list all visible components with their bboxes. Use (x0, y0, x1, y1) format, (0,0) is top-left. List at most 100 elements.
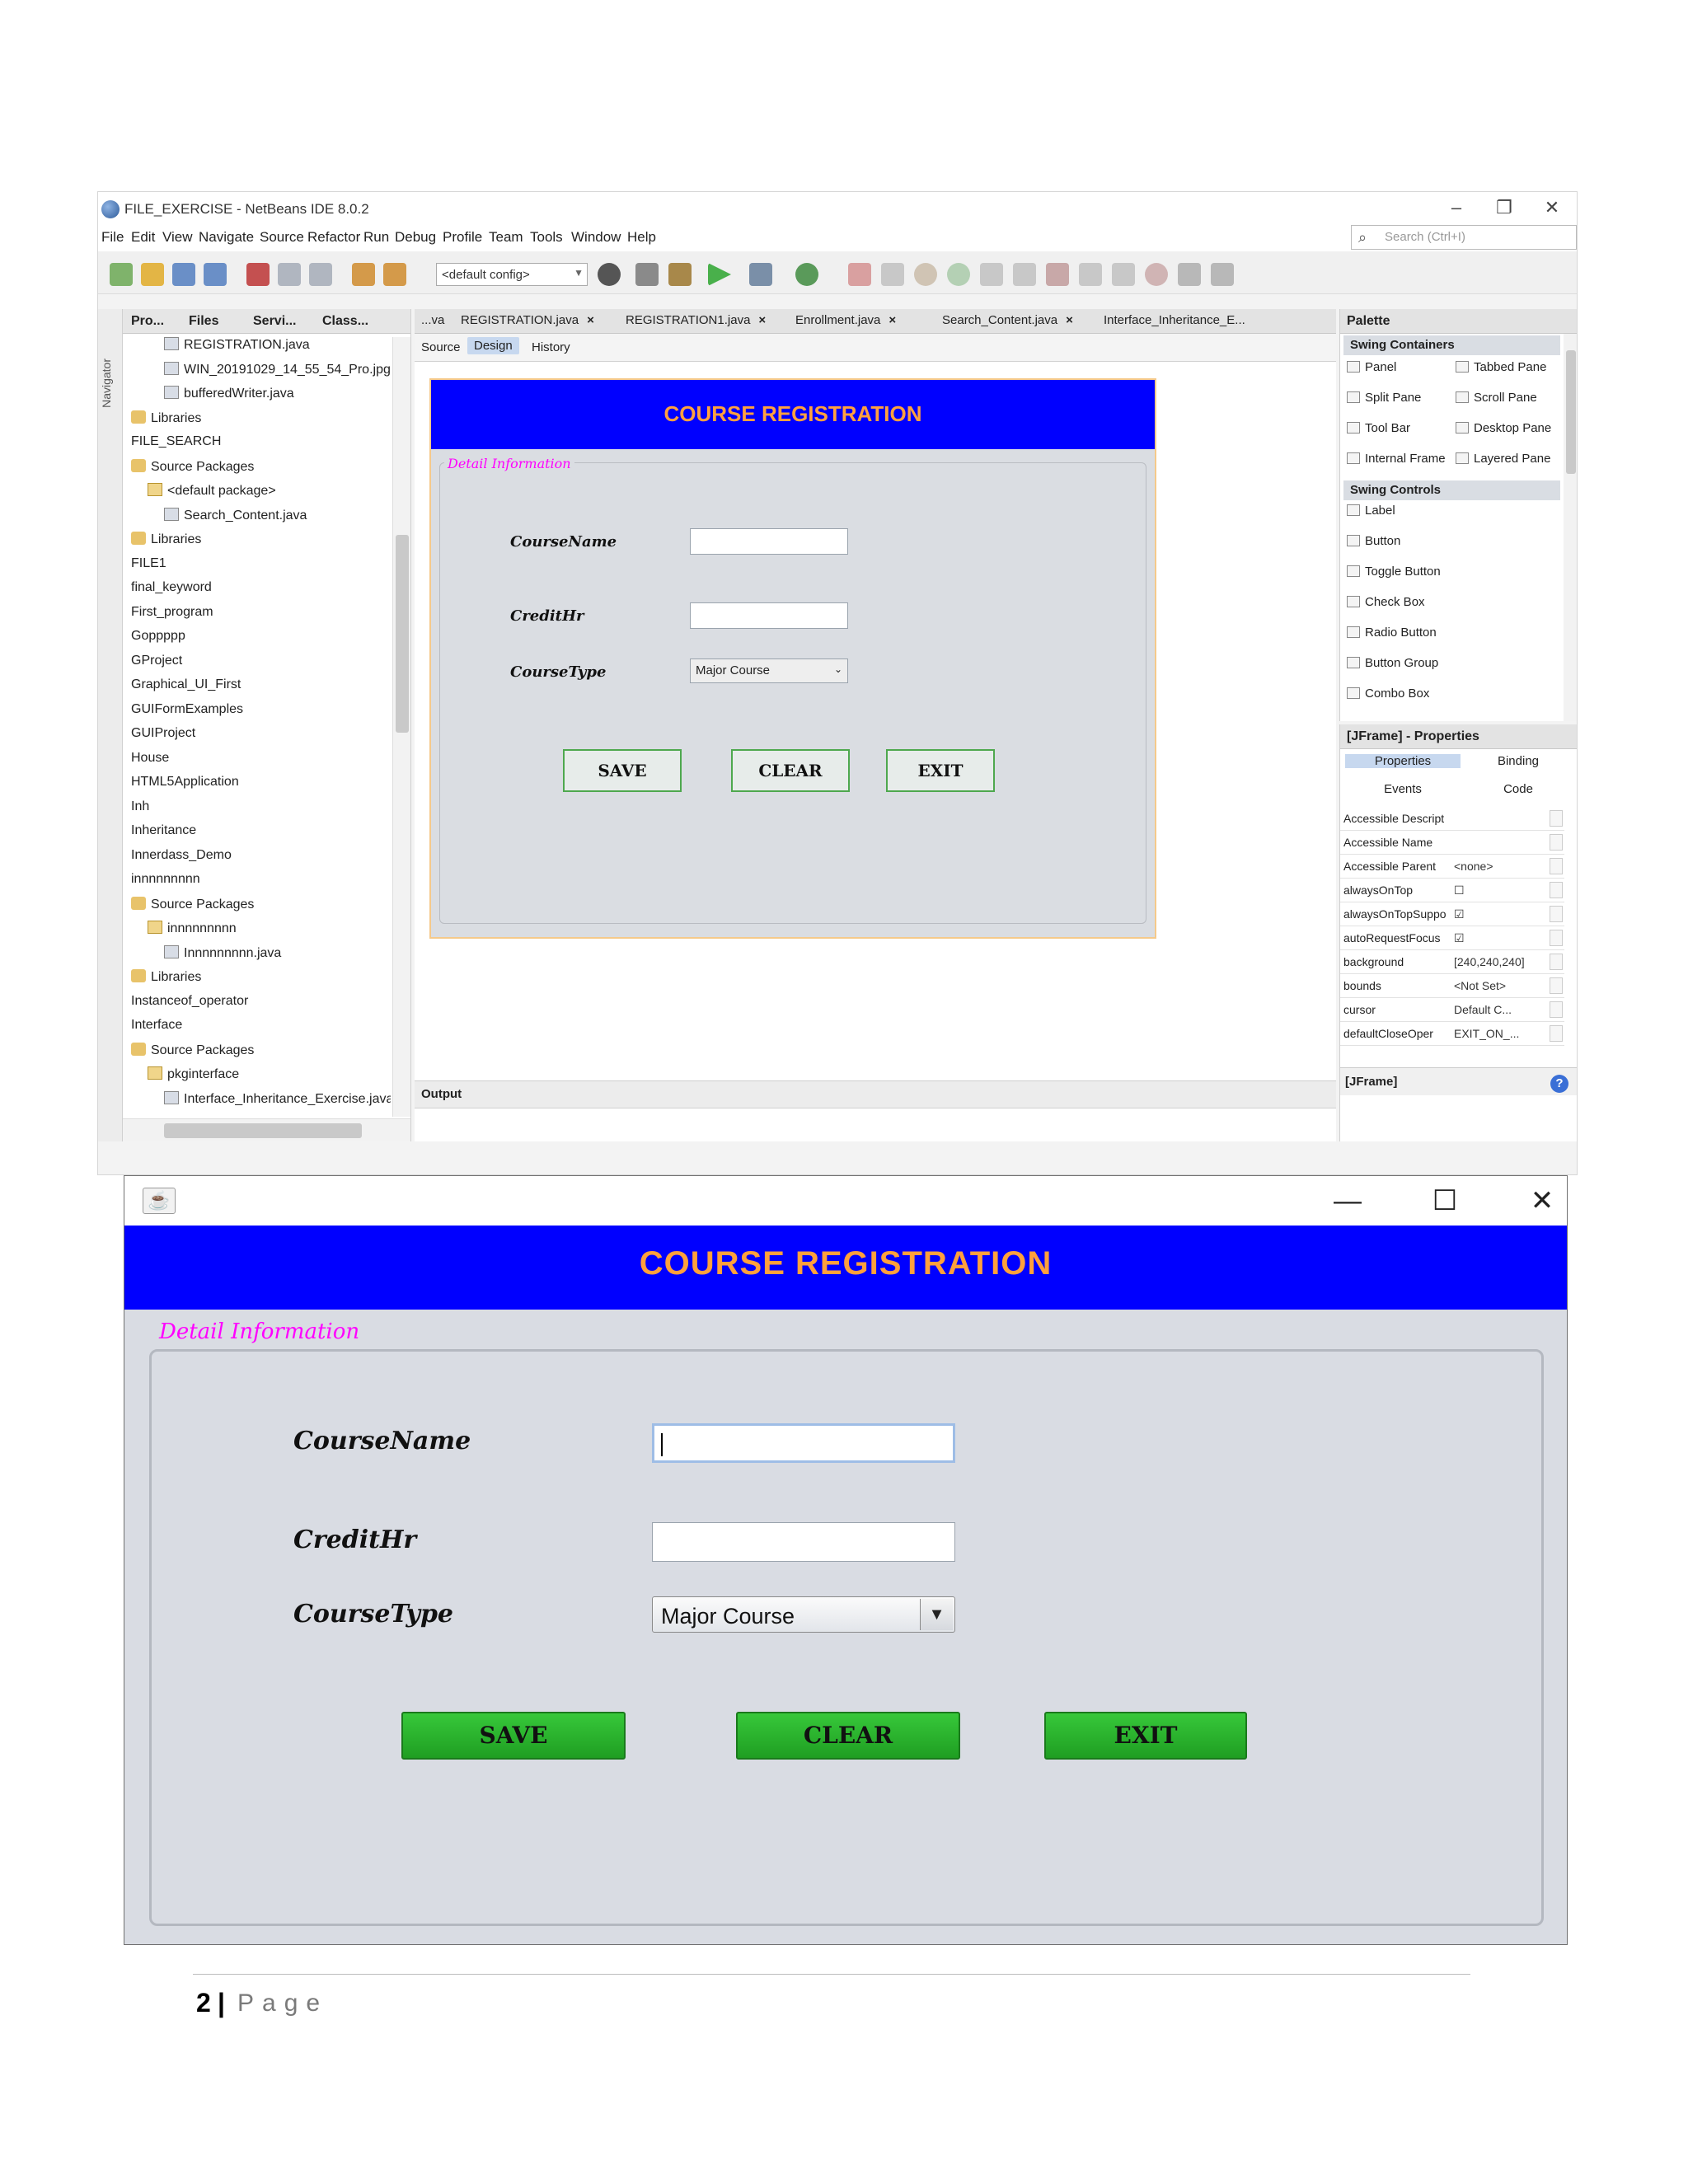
clean-build-icon[interactable] (668, 263, 692, 286)
tree-item[interactable]: Search_Content.java (164, 507, 307, 523)
palette-item[interactable]: Button (1347, 534, 1400, 548)
tree-item[interactable]: GUIFormExamples (131, 702, 243, 717)
property-row[interactable]: autoRequestFocus ☑ (1340, 926, 1564, 950)
ide-search-input[interactable]: ⌕ Search (Ctrl+I) (1351, 225, 1577, 250)
new-project-icon[interactable] (110, 263, 133, 286)
clear-button[interactable]: CLEAR (736, 1712, 960, 1760)
ellipsis-button[interactable] (1550, 930, 1563, 946)
tree-item[interactable]: bufferedWriter.java (164, 386, 294, 401)
globe-icon[interactable] (598, 263, 621, 286)
tree-item[interactable]: House (131, 751, 169, 766)
palette-item[interactable]: Split Pane (1347, 391, 1421, 405)
property-value[interactable]: <Not Set> (1454, 979, 1545, 992)
property-row[interactable]: background [240,240,240] (1340, 950, 1564, 974)
property-value[interactable]: EXIT_ON_... (1454, 1027, 1545, 1040)
palette-item[interactable]: Label (1347, 504, 1395, 518)
tab-files[interactable]: Files (189, 314, 218, 329)
step-out-icon[interactable] (1046, 263, 1069, 286)
file-tab-registration1[interactable]: REGISTRATION1.java × (626, 313, 766, 327)
cut-icon[interactable] (246, 263, 270, 286)
tree-item[interactable]: <default package> (148, 483, 276, 499)
menu-debug[interactable]: Debug (395, 229, 436, 246)
preview-course-type-select[interactable]: Major Course ⌄ (690, 658, 848, 683)
build-icon[interactable] (635, 263, 659, 286)
palette-item[interactable]: Internal Frame (1347, 452, 1446, 466)
step-icon[interactable] (914, 263, 937, 286)
profile-icon[interactable] (795, 263, 818, 286)
chevron-down-icon[interactable]: ▼ (920, 1599, 953, 1630)
menu-profile[interactable]: Profile (443, 229, 482, 246)
ellipsis-button[interactable] (1550, 954, 1563, 970)
preview-credit-hr-field[interactable] (690, 602, 848, 629)
preview-save-button[interactable]: SAVE (563, 749, 682, 792)
ellipsis-button[interactable] (1550, 977, 1563, 994)
step-into-icon[interactable] (1013, 263, 1036, 286)
project-hscrollbar[interactable] (123, 1118, 410, 1141)
ellipsis-button[interactable] (1550, 1001, 1563, 1018)
menu-run[interactable]: Run (363, 229, 389, 246)
menu-help[interactable]: Help (627, 229, 656, 246)
palette-item[interactable]: Scroll Pane (1456, 391, 1537, 405)
menu-source[interactable]: Source (260, 229, 304, 246)
tree-item[interactable]: Inh (131, 799, 149, 814)
minimize-icon[interactable]: — (1323, 1183, 1372, 1219)
paste-icon[interactable] (309, 263, 332, 286)
open-project-icon[interactable] (172, 263, 195, 286)
course-type-select[interactable]: Major Course ▼ (652, 1596, 955, 1633)
tree-item[interactable]: First_program (131, 605, 213, 620)
palette-item[interactable]: Layered Pane (1456, 452, 1550, 466)
property-value[interactable]: ☑ (1454, 907, 1545, 921)
tab-properties[interactable]: Properties (1345, 754, 1461, 768)
close-icon[interactable]: ✕ (1517, 1183, 1567, 1219)
copy-icon[interactable] (278, 263, 301, 286)
tree-item[interactable]: Graphical_UI_First (131, 677, 241, 692)
tab-history[interactable]: History (532, 340, 570, 354)
tree-item[interactable]: FILE_SEARCH (131, 434, 221, 449)
new-file-icon[interactable] (141, 263, 164, 286)
tree-item[interactable]: innnnnnnnn (131, 872, 200, 887)
save-button[interactable]: SAVE (401, 1712, 626, 1760)
redo-icon[interactable] (383, 263, 406, 286)
restore-icon[interactable]: ❐ (1488, 197, 1521, 218)
tree-item[interactable]: GProject (131, 654, 182, 668)
tree-item[interactable]: Goppppp (131, 629, 185, 644)
palette-item[interactable]: Tabbed Pane (1456, 360, 1546, 374)
minimize-icon[interactable]: – (1440, 197, 1473, 218)
undo-icon[interactable] (352, 263, 375, 286)
tab-classes[interactable]: Class... (322, 314, 368, 329)
property-value[interactable]: <none> (1454, 860, 1545, 873)
property-row[interactable]: alwaysOnTopSuppo ☑ (1340, 902, 1564, 926)
property-value[interactable]: ☑ (1454, 931, 1545, 945)
tab-code[interactable]: Code (1461, 782, 1576, 796)
project-vscrollbar[interactable] (392, 337, 410, 1117)
property-row[interactable]: Accessible Parent <none> (1340, 855, 1564, 879)
stop-icon[interactable] (848, 263, 871, 286)
tree-item[interactable]: final_keyword (131, 580, 212, 595)
close-icon[interactable]: × (758, 313, 766, 327)
course-name-field[interactable] (652, 1423, 955, 1463)
memory-icon[interactable] (1178, 263, 1201, 286)
ellipsis-button[interactable] (1550, 858, 1563, 874)
step-over-icon[interactable] (980, 263, 1003, 286)
tab-projects[interactable]: Pro... (131, 314, 164, 329)
property-row[interactable]: bounds <Not Set> (1340, 974, 1564, 998)
tree-item[interactable]: Source Packages (131, 458, 254, 475)
menu-window[interactable]: Window (571, 229, 621, 246)
credit-hr-field[interactable] (652, 1522, 955, 1562)
preview-exit-button[interactable]: EXIT (886, 749, 995, 792)
debug-icon[interactable] (749, 263, 772, 286)
threads-icon[interactable] (1211, 263, 1234, 286)
tree-item[interactable]: Source Packages (131, 896, 254, 912)
tree-item[interactable]: Interface_Inheritance_Exercise.java (164, 1090, 391, 1107)
file-tab-registration[interactable]: REGISTRATION.java × (461, 313, 594, 327)
tab-services[interactable]: Servi... (253, 314, 296, 329)
palette-section-controls[interactable]: Swing Controls (1343, 480, 1560, 500)
palette-item[interactable]: Tool Bar (1347, 421, 1410, 435)
menu-refactor[interactable]: Refactor (307, 229, 360, 246)
tree-item[interactable]: Interface (131, 1018, 182, 1033)
palette-item[interactable]: Button Group (1347, 656, 1438, 670)
close-icon[interactable]: × (1066, 313, 1073, 327)
close-icon[interactable]: × (889, 313, 896, 327)
ellipsis-button[interactable] (1550, 882, 1563, 898)
preview-course-name-field[interactable] (690, 528, 848, 555)
